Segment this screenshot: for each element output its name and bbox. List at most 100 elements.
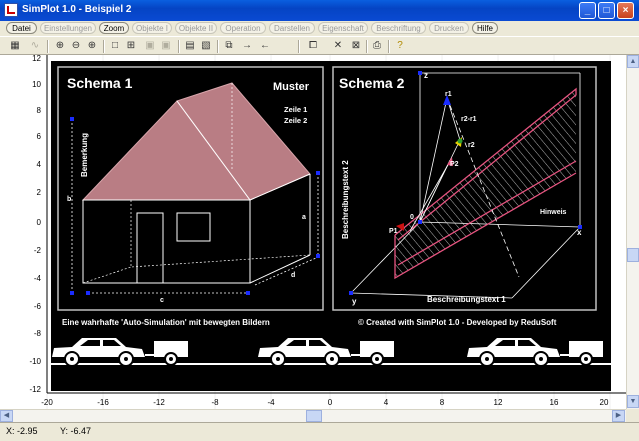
toolbar: ▦ ∿ ⊕ ⊖ ⊕ □ ⊞ ▣ ▣ ▤ ▧ ⧉ → ← ⧠ ✕ ⊠ ⎙ ?: [0, 36, 639, 55]
menu-eigenschaft[interactable]: Eigenschaft: [318, 22, 368, 34]
menu-hilfe[interactable]: Hilfe: [472, 22, 498, 34]
x-tick-label: 16: [550, 398, 559, 407]
menu-beschriftung[interactable]: Beschriftung: [371, 22, 426, 34]
y-tick-label: 10: [32, 80, 41, 89]
x-tick-label: -16: [97, 398, 109, 407]
frame2-icon[interactable]: ▣: [159, 39, 173, 53]
frame-icon[interactable]: ▣: [143, 39, 157, 53]
app-icon[interactable]: [4, 3, 18, 17]
hinweis-label: Hinweis: [540, 209, 567, 216]
schema1-title: Schema 1: [67, 75, 133, 91]
function-icon[interactable]: ∿: [28, 39, 42, 53]
print-icon[interactable]: ⎙: [370, 39, 384, 53]
banner-left-text: Eine wahrhafte 'Auto-Simulation' mit bew…: [62, 318, 270, 327]
table-icon[interactable]: ▤: [183, 39, 197, 53]
y-tick-label: -4: [34, 274, 42, 283]
axis-y-label: y: [352, 297, 357, 306]
axis-z-label: z: [424, 71, 428, 80]
y-tick-label: -8: [34, 329, 42, 338]
help-icon[interactable]: ?: [393, 39, 407, 53]
toolbar-separator: [366, 40, 368, 53]
vector-r2r1-label: r2-r1: [461, 116, 477, 123]
plot-canvas: Schema 1 Muster Zeile 1 Zeile 2 Bemerkun…: [29, 55, 626, 409]
schema2-ylabel: Beschreibungstext 2: [341, 160, 350, 239]
house-label-d: d: [291, 272, 295, 279]
banner-right-text: © Created with SimPlot 1.0 - Developed b…: [358, 318, 557, 327]
house-label-a: a: [302, 214, 306, 221]
minimize-button[interactable]: _: [579, 2, 596, 19]
schema1-muster: Muster: [273, 81, 310, 93]
vector-r1-label: r1: [445, 91, 452, 98]
scroll-down-icon[interactable]: ▼: [627, 395, 639, 408]
schema1-zeile1: Zeile 1: [284, 105, 307, 114]
axis-x-label: x: [577, 228, 582, 237]
x-tick-label: 8: [440, 398, 445, 407]
arrow-left-icon[interactable]: ←: [258, 39, 272, 53]
window-title: SimPlot 1.0 - Beispiel 2: [22, 4, 132, 15]
delete-all-icon[interactable]: ⊠: [349, 39, 363, 53]
y-tick-label: 4: [37, 160, 42, 169]
vertical-scrollbar[interactable]: ▲ ▼: [626, 55, 639, 409]
arrow-right-icon[interactable]: →: [240, 39, 254, 53]
zoom-out-icon[interactable]: ⊖: [69, 39, 83, 53]
status-x-coordinate: X: -2.95: [6, 426, 38, 436]
menu-operation[interactable]: Operation: [220, 22, 266, 34]
status-y-coordinate: Y: -6.47: [60, 426, 92, 436]
status-bar: X: -2.95 Y: -6.47: [0, 422, 639, 441]
origin-label: 0: [410, 214, 414, 221]
x-tick-label: -4: [267, 398, 275, 407]
zoom-in-icon[interactable]: ⊕: [53, 39, 67, 53]
toolbar-separator: [217, 40, 219, 53]
vector-r2-label: r2: [468, 142, 475, 149]
y-tick-label: 12: [32, 55, 41, 63]
x-tick-label: -20: [41, 398, 53, 407]
y-tick-label: 8: [37, 106, 42, 115]
menu-drucken[interactable]: Drucken: [429, 22, 469, 34]
rectangle-icon[interactable]: □: [108, 39, 122, 53]
menu-einstellungen[interactable]: Einstellungen: [40, 22, 96, 34]
copy-icon[interactable]: ⧉: [222, 39, 236, 53]
x-tick-label: 0: [328, 398, 333, 407]
toolbar-separator: [388, 40, 390, 53]
menu-bar: Datei Einstellungen Zoom Objekte I Objek…: [0, 21, 639, 35]
close-button[interactable]: ×: [617, 2, 634, 19]
menu-darstellen[interactable]: Darstellen: [269, 22, 315, 34]
menu-objekte-1[interactable]: Objekte I: [132, 22, 172, 34]
x-tick-label: -12: [153, 398, 165, 407]
calculator-icon[interactable]: ▦: [8, 39, 22, 53]
vertical-scroll-thumb[interactable]: [627, 248, 639, 262]
paste-icon[interactable]: ⧠: [306, 39, 320, 53]
title-bar: SimPlot 1.0 - Beispiel 2 _ □ ×: [0, 0, 639, 21]
menu-objekte-2[interactable]: Objekte II: [175, 22, 217, 34]
y-tick-label: 2: [37, 188, 42, 197]
y-tick-label: -10: [29, 357, 41, 366]
toolbar-separator: [178, 40, 180, 53]
y-tick-label: 6: [37, 132, 42, 141]
toolbar-separator: [47, 40, 49, 53]
grid-icon[interactable]: ⊞: [124, 39, 138, 53]
scrollbar-corner: [626, 409, 639, 422]
horizontal-scrollbar[interactable]: ◀ ▶: [0, 409, 626, 422]
schema1-bemerkung: Bemerkung: [80, 133, 89, 177]
scroll-right-icon[interactable]: ▶: [612, 410, 625, 422]
schema1-zeile2: Zeile 2: [284, 116, 307, 125]
menu-datei[interactable]: Datei: [6, 22, 37, 34]
y-tick-label: -6: [34, 302, 42, 311]
horizontal-scroll-thumb[interactable]: [306, 410, 322, 422]
x-tick-label: 20: [600, 398, 609, 407]
zoom-fit-icon[interactable]: ⊕: [85, 39, 99, 53]
x-tick-label: 12: [494, 398, 503, 407]
point-p2-label: P2: [450, 161, 459, 168]
point-p1-label: P1: [389, 228, 398, 235]
delete-icon[interactable]: ✕: [331, 39, 345, 53]
house-label-b: b: [67, 196, 71, 203]
menu-zoom[interactable]: Zoom: [99, 22, 129, 34]
scroll-up-icon[interactable]: ▲: [627, 55, 639, 68]
house-label-c: c: [160, 297, 164, 304]
plot-area[interactable]: Schema 1 Muster Zeile 1 Zeile 2 Bemerkun…: [0, 55, 626, 409]
scroll-left-icon[interactable]: ◀: [0, 410, 13, 422]
toolbar-separator: [103, 40, 105, 53]
image-icon[interactable]: ▧: [199, 39, 213, 53]
x-axis-ticks: -20 -16 -12 -8 -4 0 4 8 12 16 20: [41, 398, 609, 407]
maximize-button[interactable]: □: [598, 2, 615, 19]
